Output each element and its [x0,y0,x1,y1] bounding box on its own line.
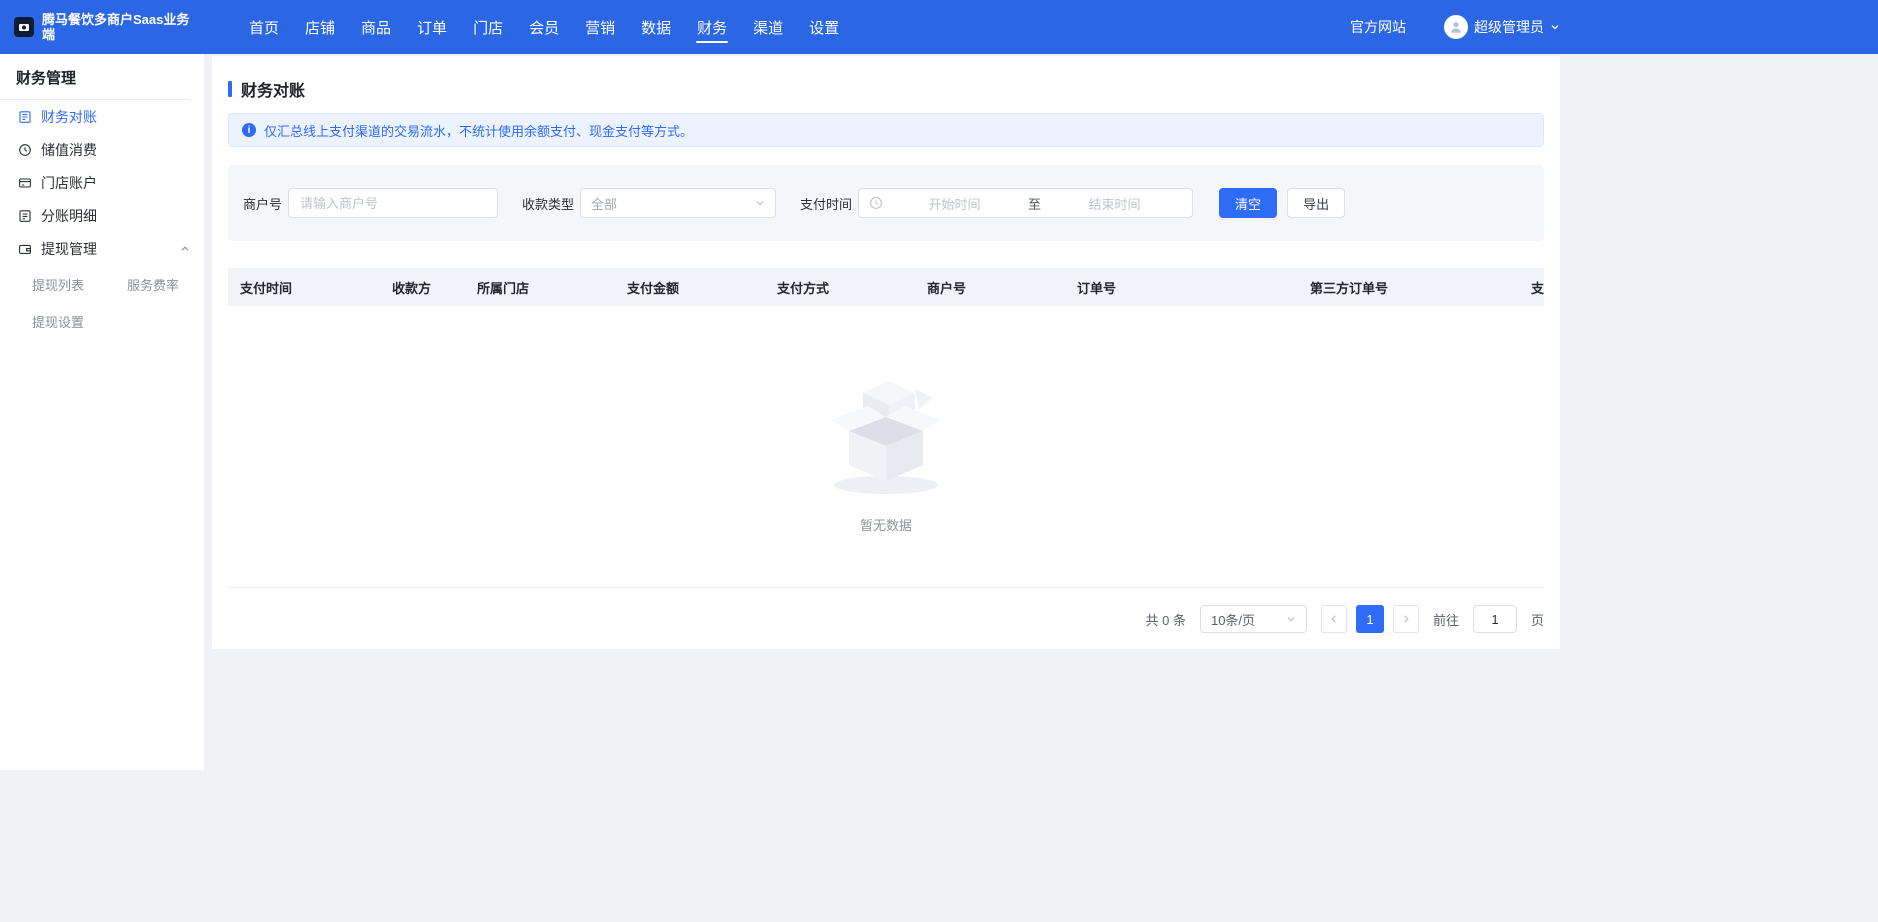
user-name: 超级管理员 [1474,17,1544,37]
pagination-total: 共 0 条 [1146,610,1186,629]
column-pay-method: 支付方式 [765,278,915,297]
sidebar-item-label: 财务对账 [41,107,97,127]
page-title: 财务对账 [241,77,305,101]
table-header-row: 支付时间 收款方 所属门店 支付金额 支付方式 商户号 订单号 第三方订单号 支… [228,268,1544,306]
page-title-row: 财务对账 [228,80,1544,98]
payment-type-value: 全部 [591,194,617,213]
chevron-down-icon [1550,22,1560,32]
column-order-id: 订单号 [1065,278,1298,297]
nav-item-shop[interactable]: 店铺 [292,0,348,54]
nav-item-data[interactable]: 数据 [628,0,684,54]
nav-item-channel[interactable]: 渠道 [740,0,796,54]
chevron-down-icon [755,198,765,208]
sidebar-item-stored-value-consumption[interactable]: 储值消费 [0,133,204,166]
nav-item-settings[interactable]: 设置 [796,0,852,54]
goto-page-input[interactable] [1473,605,1517,633]
sidebar-subitem-withdraw-settings[interactable]: 提现设置 [32,312,113,331]
sidebar-subitem-withdraw-list[interactable]: 提现列表 [32,275,113,294]
prev-page-button[interactable] [1321,605,1347,633]
sidebar-title: 财务管理 [0,54,204,99]
brand-logo-icon [14,17,34,37]
content-card: 财务对账 i 仅汇总线上支付渠道的交易流水，不统计使用余额支付、现金支付等方式。… [212,56,1560,649]
page-size-value: 10条/页 [1211,610,1255,629]
brand: 腾马餐饮多商户Saas业务端 [14,12,206,42]
chevron-left-icon [1329,614,1339,624]
nav-item-marketing[interactable]: 营销 [572,0,628,54]
split-detail-icon [18,209,32,223]
start-time-placeholder: 开始时间 [887,194,1022,213]
clock-icon [869,196,883,210]
end-time-placeholder: 结束时间 [1047,194,1182,213]
user-menu[interactable]: 超级管理员 [1444,15,1560,39]
info-icon: i [242,123,256,137]
sidebar-item-label: 分账明细 [41,206,97,226]
page-number-1[interactable]: 1 [1356,605,1384,633]
main-content: 财务对账 i 仅汇总线上支付渠道的交易流水，不统计使用余额支付、现金支付等方式。… [204,54,1878,770]
empty-box-illustration [811,359,961,499]
page-unit-label: 页 [1531,610,1544,629]
page-size-select[interactable]: 10条/页 [1200,605,1307,633]
avatar [1444,15,1468,39]
pagination: 共 0 条 10条/页 1 前往 页 [228,605,1544,633]
nav-item-stores[interactable]: 门店 [460,0,516,54]
chevron-up-icon [180,244,190,254]
official-site-link[interactable]: 官方网站 [1350,17,1406,37]
info-alert: i 仅汇总线上支付渠道的交易流水，不统计使用余额支付、现金支付等方式。 [228,113,1544,147]
sidebar-item-label: 提现管理 [41,239,97,259]
title-accent-bar [228,81,232,97]
page-buttons: 1 [1321,605,1419,633]
sidebar-item-label: 储值消费 [41,140,97,160]
column-store: 所属门店 [465,278,615,297]
column-payee: 收款方 [380,278,465,297]
payment-type-label: 收款类型 [522,194,574,213]
alert-text: 仅汇总线上支付渠道的交易流水，不统计使用余额支付、现金支付等方式。 [264,121,693,140]
stored-value-icon [18,143,32,157]
sidebar-submenu: 提现列表 服务费率 提现设置 [0,265,204,341]
pay-time-range-picker[interactable]: 开始时间 至 结束时间 [858,188,1193,218]
column-pay-amount: 支付金额 [615,278,765,297]
column-third-party-order-id: 第三方订单号 [1298,278,1519,297]
sidebar-item-withdraw-management[interactable]: 提现管理 [0,232,204,265]
empty-text: 暂无数据 [860,515,912,534]
nav-item-goods[interactable]: 商品 [348,0,404,54]
nav-item-home[interactable]: 首页 [236,0,292,54]
nav-item-members[interactable]: 会员 [516,0,572,54]
wallet-icon [18,242,32,256]
top-nav: 首页 店铺 商品 订单 门店 会员 营销 数据 财务 渠道 设置 [236,0,852,54]
sidebar-item-label: 门店账户 [41,173,97,193]
pay-time-label: 支付时间 [800,194,852,213]
sidebar-item-store-account[interactable]: 门店账户 [0,166,204,199]
brand-name: 腾马餐饮多商户Saas业务端 [42,12,194,42]
filter-panel: 商户号 收款类型 全部 支付时间 开始时间 至 结束时间 清空 导出 [228,165,1544,241]
top-header: 腾马餐饮多商户Saas业务端 首页 店铺 商品 订单 门店 会员 营销 数据 财… [0,0,1878,54]
column-pay-status: 支付状态 [1519,278,1544,297]
merchant-input[interactable] [288,188,498,218]
sidebar-subitem-service-fee-rate[interactable]: 服务费率 [127,275,208,294]
nav-item-orders[interactable]: 订单 [404,0,460,54]
filter-buttons: 清空 导出 [1219,188,1345,218]
sidebar-item-split-account-detail[interactable]: 分账明细 [0,199,204,232]
merchant-label: 商户号 [243,194,282,213]
payment-type-select[interactable]: 全部 [580,188,776,218]
clear-button[interactable]: 清空 [1219,188,1277,218]
goto-label: 前往 [1433,610,1459,629]
chevron-right-icon [1401,614,1411,624]
next-page-button[interactable] [1393,605,1419,633]
sidebar-menu: 财务对账 储值消费 门店账户 分账明细 提现管理 [0,100,204,341]
store-account-icon [18,176,32,190]
sidebar-item-finance-reconciliation[interactable]: 财务对账 [0,100,204,133]
export-button[interactable]: 导出 [1287,188,1345,218]
header-right: 官方网站 超级管理员 [1350,15,1560,39]
ledger-icon [18,110,32,124]
chevron-down-icon [1286,614,1296,624]
sidebar: 财务管理 财务对账 储值消费 门店账户 分账明细 提现管理 [0,54,204,770]
column-pay-time: 支付时间 [228,278,380,297]
empty-state: 暂无数据 [228,306,1544,588]
column-merchant-id: 商户号 [915,278,1065,297]
nav-item-finance[interactable]: 财务 [684,0,740,54]
range-separator: 至 [1026,194,1043,213]
